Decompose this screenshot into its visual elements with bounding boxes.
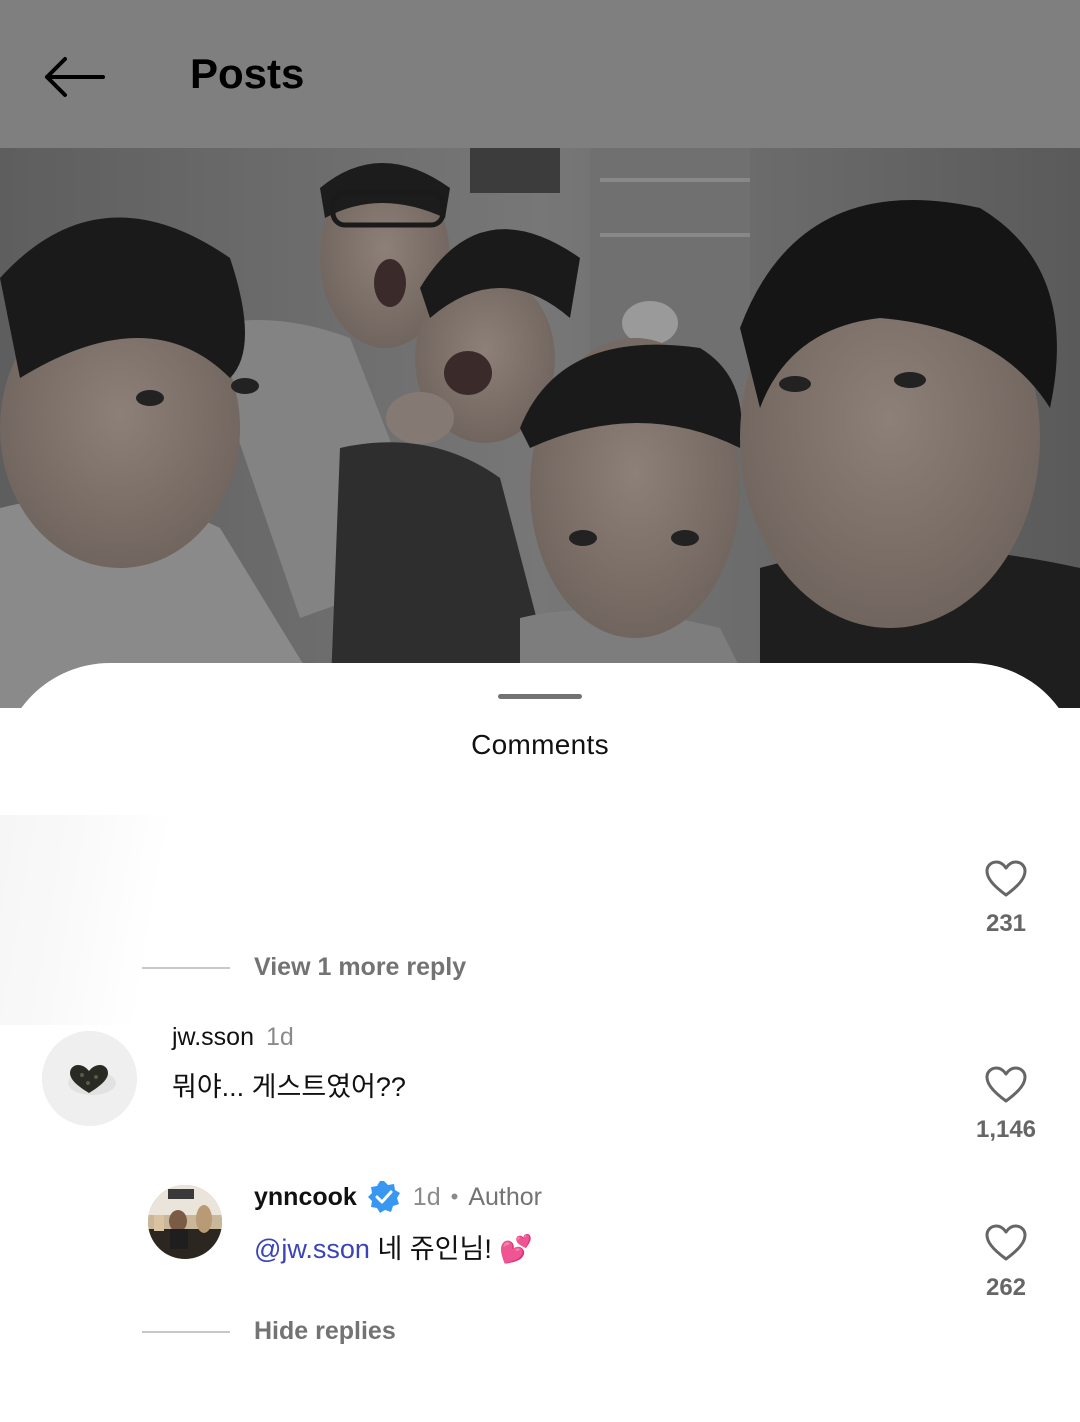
reply-meta: ynncook 1d • Author xyxy=(254,1180,542,1214)
post-photo-image xyxy=(0,148,1080,708)
reply-text: @jw.sson 네 쥬인님! 💕 xyxy=(254,1227,533,1266)
heart-icon[interactable] xyxy=(985,860,1027,898)
like-count: 262 xyxy=(985,1274,1027,1301)
view-more-replies-label: View 1 more reply xyxy=(254,953,467,981)
like-column: 262 xyxy=(966,1224,1046,1302)
sheet-drag-handle[interactable] xyxy=(498,694,582,699)
author-label: Author xyxy=(468,1182,542,1211)
comments-sheet: Comments 231 View 1 more reply jw.sson 1… xyxy=(0,663,1080,1422)
reply-body: 네 쥬인님! xyxy=(369,1234,492,1264)
page-title: Posts xyxy=(190,50,305,97)
separator-dot: • xyxy=(450,1184,459,1209)
like-column: 1,146 xyxy=(966,1066,1046,1144)
comment-meta: jw.sson 1d xyxy=(172,1023,294,1052)
comment-username[interactable]: jw.sson xyxy=(172,1023,254,1052)
post-photo[interactable] xyxy=(0,148,1080,708)
arrow-left-icon xyxy=(45,57,105,97)
avatar-heart-image xyxy=(42,1031,137,1126)
hide-replies[interactable]: Hide replies xyxy=(142,1317,396,1346)
avatar[interactable] xyxy=(42,1031,137,1126)
thread-line xyxy=(142,1330,230,1333)
like-count: 1,146 xyxy=(975,1116,1037,1143)
like-column: 231 xyxy=(966,860,1046,938)
sheet-title: Comments xyxy=(471,729,609,760)
reply-avatar-image xyxy=(148,1185,222,1259)
partially-hidden-comment xyxy=(0,815,180,1025)
heart-icon[interactable] xyxy=(985,1224,1027,1262)
back-button[interactable] xyxy=(36,44,112,110)
thread-line xyxy=(142,966,230,969)
two-hearts-emoji: 💕 xyxy=(499,1234,533,1264)
comment-text: 뭐야... 게스트였어?? xyxy=(172,1072,406,1102)
reply-avatar[interactable] xyxy=(148,1185,222,1259)
view-more-replies[interactable]: View 1 more reply xyxy=(142,953,466,982)
reply-username[interactable]: ynncook xyxy=(254,1183,357,1212)
hide-replies-label: Hide replies xyxy=(254,1317,396,1345)
like-count: 231 xyxy=(985,910,1027,937)
heart-icon[interactable] xyxy=(985,1066,1027,1104)
verified-badge-icon xyxy=(367,1181,400,1213)
reply-time: 1d xyxy=(412,1182,441,1211)
mention-link[interactable]: @jw.sson xyxy=(254,1234,370,1264)
comment-time: 1d xyxy=(265,1023,294,1051)
top-bar: Posts xyxy=(0,0,1080,148)
